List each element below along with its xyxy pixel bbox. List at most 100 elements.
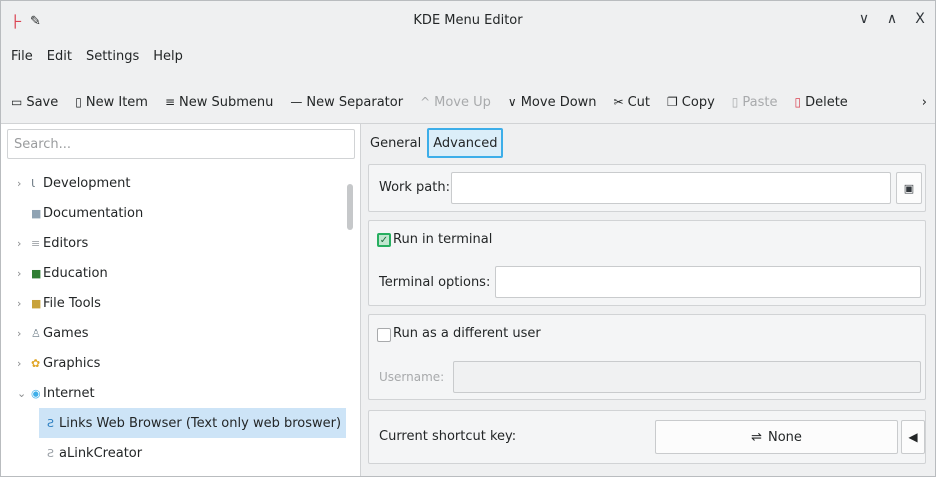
graphics-icon: ✿	[31, 356, 41, 370]
shortcut-button[interactable]: ⇌ None	[655, 420, 898, 454]
tree-item-label: Education	[43, 265, 108, 281]
tree-item-internet[interactable]: ⌄ ◉ Internet	[1, 378, 346, 408]
window-controls: ∨ ∧ X	[857, 11, 927, 27]
copy-label: Copy	[681, 94, 715, 110]
move-up-button[interactable]: ^ Move Up	[420, 95, 491, 110]
tree-item-games[interactable]: › ♙ Games	[1, 318, 346, 348]
maximize-icon[interactable]: ∧	[885, 11, 899, 27]
run-in-terminal-checkbox[interactable]: ✓	[377, 233, 391, 247]
internet-icon: ◉	[31, 386, 41, 400]
new-separator-icon: —	[290, 95, 303, 109]
chevron-right-icon[interactable]: ›	[17, 357, 21, 370]
title-bar: ⺊ ✎ KDE Menu Editor ∨ ∧ X	[1, 1, 935, 41]
tree-item-label: File Tools	[43, 295, 101, 311]
move-up-label: Move Up	[434, 94, 491, 110]
tree-item-label: Development	[43, 175, 131, 191]
move-down-icon: ∨	[507, 95, 517, 109]
tree-item-file-tools[interactable]: › ■ File Tools	[1, 288, 346, 318]
paste-button[interactable]: ▯ Paste	[732, 95, 778, 110]
new-submenu-label: New Submenu	[179, 94, 274, 110]
new-separator-label: New Separator	[306, 94, 404, 110]
chevron-down-icon[interactable]: ⌄	[17, 387, 26, 400]
copy-icon: ❐	[667, 95, 678, 109]
menu-tree: › Ɩ Development ■ Documentation › ≡ Edit…	[1, 168, 346, 468]
save-icon: ▭	[11, 95, 23, 109]
tree-item-label: Links Web Browser (Text only web broswer…	[59, 415, 342, 431]
clear-shortcut-button[interactable]: ◀	[901, 420, 925, 454]
terminal-options-field[interactable]	[495, 266, 921, 298]
run-as-user-label[interactable]: Run as a different user	[393, 326, 541, 341]
kde-menu-editor-window: ⺊ ✎ KDE Menu Editor ∨ ∧ X File Edit Sett…	[0, 0, 936, 477]
browse-folder-button[interactable]: ▣	[896, 172, 922, 204]
tree-item-development[interactable]: › Ɩ Development	[1, 168, 346, 198]
username-field[interactable]	[453, 361, 921, 393]
development-icon: Ɩ	[31, 176, 35, 190]
menu-file[interactable]: File	[11, 49, 33, 71]
chevron-right-icon[interactable]: ›	[17, 327, 21, 340]
delete-label: Delete	[805, 94, 848, 110]
chevron-right-icon[interactable]: ›	[17, 177, 21, 190]
shortcut-group: Current shortcut key: ⇌ None ◀	[368, 410, 926, 464]
tree-item-education[interactable]: › ■ Education	[1, 258, 346, 288]
search-box[interactable]	[7, 129, 355, 159]
run-as-user-group: Run as a different user Username:	[368, 314, 926, 400]
chevron-right-icon[interactable]: ›	[17, 267, 21, 280]
terminal-options-label: Terminal options:	[379, 275, 491, 290]
search-input[interactable]	[8, 130, 354, 158]
work-path-group: Work path: ▣	[368, 164, 926, 212]
close-icon[interactable]: X	[913, 11, 927, 27]
new-separator-button[interactable]: — New Separator	[290, 95, 403, 110]
move-up-icon: ^	[420, 95, 431, 109]
run-as-user-checkbox[interactable]	[377, 328, 391, 342]
links-browser-icon: Ƨ	[47, 416, 54, 430]
menu-help[interactable]: Help	[153, 49, 183, 71]
shortcut-label: Current shortcut key:	[379, 429, 517, 444]
delete-icon: ▯	[794, 95, 802, 109]
tree-item-alinkcreator[interactable]: Ƨ aLinkCreator	[1, 438, 346, 468]
toolbar-overflow-button[interactable]: ›	[922, 95, 927, 110]
cut-button[interactable]: ✂ Cut	[614, 95, 650, 110]
tree-item-editors[interactable]: › ≡ Editors	[1, 228, 346, 258]
move-down-button[interactable]: ∨ Move Down	[508, 95, 597, 110]
tree-item-label: aLinkCreator	[59, 445, 143, 461]
save-button[interactable]: ▭ Save	[11, 95, 58, 110]
menu-settings[interactable]: Settings	[86, 49, 139, 71]
menu-edit[interactable]: Edit	[47, 49, 72, 71]
work-path-input[interactable]	[452, 173, 890, 203]
tab-advanced[interactable]: Advanced	[427, 128, 504, 158]
paste-icon: ▯	[731, 95, 739, 109]
chevron-right-icon[interactable]: ›	[17, 237, 21, 250]
username-input[interactable]	[454, 362, 920, 392]
shortcut-value: None	[767, 429, 802, 445]
browse-folder-icon: ▣	[903, 181, 915, 195]
education-icon: ■	[31, 266, 42, 280]
chevron-right-icon: ›	[921, 94, 927, 110]
toolbar: ▭ Save ▯ New Item ≡ New Submenu — New Se…	[1, 89, 935, 115]
tree-scrollbar-thumb[interactable]	[347, 184, 353, 230]
copy-button[interactable]: ❐ Copy	[667, 95, 715, 110]
window-title: KDE Menu Editor	[413, 13, 523, 28]
work-path-label: Work path:	[379, 180, 450, 195]
move-down-label: Move Down	[520, 94, 597, 110]
menu-bar: File Edit Settings Help	[1, 49, 183, 71]
tab-general[interactable]: General	[366, 128, 425, 158]
username-label: Username:	[379, 370, 445, 384]
minimize-icon[interactable]: ∨	[857, 11, 871, 27]
new-submenu-button[interactable]: ≡ New Submenu	[165, 95, 273, 110]
work-path-field[interactable]	[451, 172, 891, 204]
properties-pane: General Advanced Work path: ▣ ✓ Run in t…	[362, 124, 935, 476]
tree-item-label: Graphics	[43, 355, 101, 371]
tree-item-documentation[interactable]: ■ Documentation	[1, 198, 346, 228]
editors-icon: ≡	[31, 236, 41, 250]
chevron-right-icon[interactable]: ›	[17, 297, 21, 310]
new-item-label: New Item	[85, 94, 148, 110]
run-in-terminal-label[interactable]: Run in terminal	[393, 232, 492, 247]
clear-icon: ◀	[908, 430, 918, 444]
cut-icon: ✂	[613, 95, 624, 109]
terminal-options-input[interactable]	[496, 267, 920, 297]
new-item-button[interactable]: ▯ New Item	[75, 95, 148, 110]
tree-item-graphics[interactable]: › ✿ Graphics	[1, 348, 346, 378]
delete-button[interactable]: ▯ Delete	[794, 95, 847, 110]
tree-item-links-web-browser[interactable]: Ƨ Links Web Browser (Text only web brosw…	[39, 408, 346, 438]
tree-item-label: Internet	[43, 385, 95, 401]
